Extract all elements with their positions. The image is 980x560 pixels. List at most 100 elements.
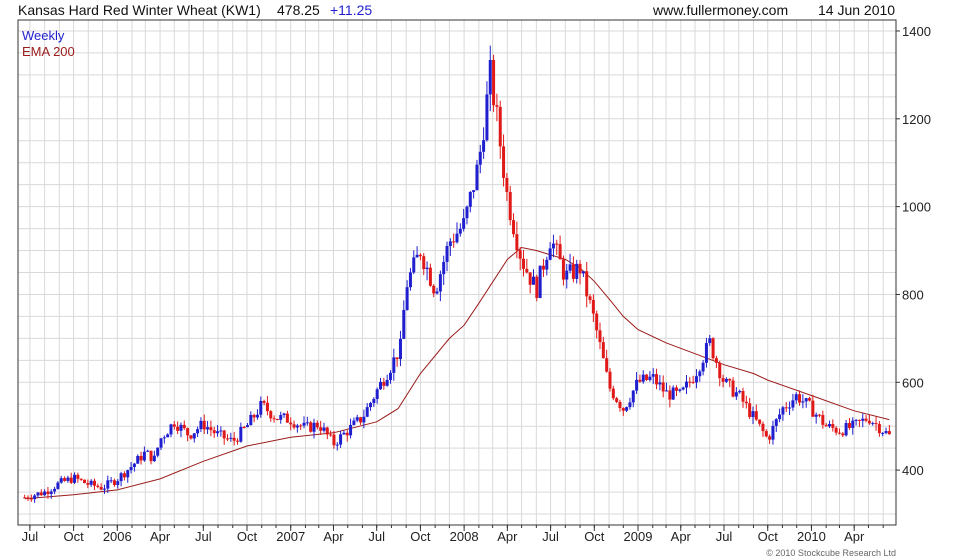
candle-body	[721, 378, 725, 382]
x-tick-label: Oct	[237, 529, 258, 544]
candle-body	[867, 420, 871, 424]
x-tick-label: Apr	[671, 529, 692, 544]
weekly-series	[23, 45, 891, 503]
candle-body	[369, 402, 373, 408]
candle-body	[851, 420, 855, 428]
candle-body	[781, 407, 785, 415]
candle-body	[428, 267, 432, 286]
candle-body	[146, 450, 150, 452]
candle-body	[784, 407, 788, 409]
candle-body	[162, 437, 166, 439]
candle-body	[169, 424, 173, 435]
candle-body	[837, 432, 841, 434]
candle-body	[774, 419, 778, 426]
candle-body	[468, 191, 472, 207]
candle-body	[222, 430, 226, 439]
candle-body	[744, 401, 748, 404]
candle-body	[109, 480, 113, 482]
candle-body	[638, 379, 642, 382]
candle-body	[854, 419, 858, 421]
candle-body	[545, 259, 549, 270]
candle-body	[465, 206, 469, 219]
candle-body	[591, 300, 595, 314]
candle-body	[578, 263, 582, 274]
candle-body	[23, 497, 27, 499]
candle-body	[728, 378, 732, 381]
candle-body	[575, 263, 579, 279]
candle-body	[418, 254, 422, 257]
candle-body	[754, 411, 758, 420]
candle-body	[126, 470, 130, 478]
candle-body	[315, 422, 319, 428]
candle-body	[874, 423, 878, 425]
candle-body	[492, 59, 496, 106]
candle-body	[824, 424, 828, 427]
candle-body	[388, 372, 392, 380]
candle-body	[239, 427, 243, 442]
candle-body	[172, 424, 176, 427]
candle-body	[508, 191, 512, 221]
x-tick-label: Oct	[63, 529, 84, 544]
candle-body	[112, 480, 116, 485]
candle-body	[455, 233, 459, 243]
candle-body	[551, 243, 555, 249]
candle-body	[139, 455, 143, 461]
candle-body	[342, 432, 346, 435]
candle-body	[392, 357, 396, 373]
candle-body	[355, 417, 359, 421]
candle-body	[512, 220, 516, 235]
x-tick-label: 2008	[450, 529, 479, 544]
candle-body	[548, 248, 552, 260]
candle-body	[731, 380, 735, 397]
candle-body	[475, 164, 479, 191]
candle-body	[645, 374, 649, 380]
candle-body	[528, 272, 532, 285]
candle-body	[402, 309, 406, 339]
candle-body	[821, 414, 825, 425]
candle-body	[63, 478, 67, 481]
candle-body	[688, 381, 692, 383]
candle-body	[864, 418, 868, 421]
candle-body	[398, 338, 402, 360]
candle-body	[242, 427, 246, 429]
candle-body	[724, 378, 728, 382]
candle-body	[531, 276, 535, 285]
candle-body	[132, 463, 136, 468]
candle-body	[628, 402, 632, 408]
candle-body	[691, 381, 695, 383]
candle-body	[408, 272, 412, 288]
candle-body	[56, 482, 60, 489]
candle-body	[844, 423, 848, 436]
candle-body	[83, 479, 87, 484]
candle-body	[565, 270, 569, 280]
x-tick-label: Oct	[758, 529, 779, 544]
candle-body	[801, 401, 805, 403]
candle-body	[236, 440, 239, 442]
candle-body	[379, 381, 383, 390]
y-tick-label: 400	[902, 463, 924, 478]
candle-body	[452, 241, 456, 243]
y-tick-label: 1200	[902, 112, 931, 127]
candle-body	[372, 399, 376, 403]
candle-body	[249, 414, 253, 426]
candle-body	[212, 430, 216, 434]
candle-body	[299, 425, 303, 427]
candle-body	[811, 400, 815, 417]
candle-body	[176, 426, 180, 431]
candle-body	[219, 430, 223, 432]
candle-body	[245, 425, 249, 428]
candle-body	[738, 391, 742, 393]
x-tick-label: Apr	[150, 529, 171, 544]
candle-body	[295, 425, 299, 428]
candle-body	[435, 291, 439, 294]
candle-body	[259, 401, 263, 415]
candle-body	[585, 271, 589, 297]
candle-body	[89, 480, 93, 485]
candle-body	[362, 416, 366, 423]
candle-body	[322, 427, 326, 431]
candle-body	[458, 228, 462, 234]
x-tick-label: 2006	[103, 529, 132, 544]
candle-body	[59, 478, 63, 483]
x-tick-label: Jul	[368, 529, 385, 544]
x-tick-label: 2009	[624, 529, 653, 544]
